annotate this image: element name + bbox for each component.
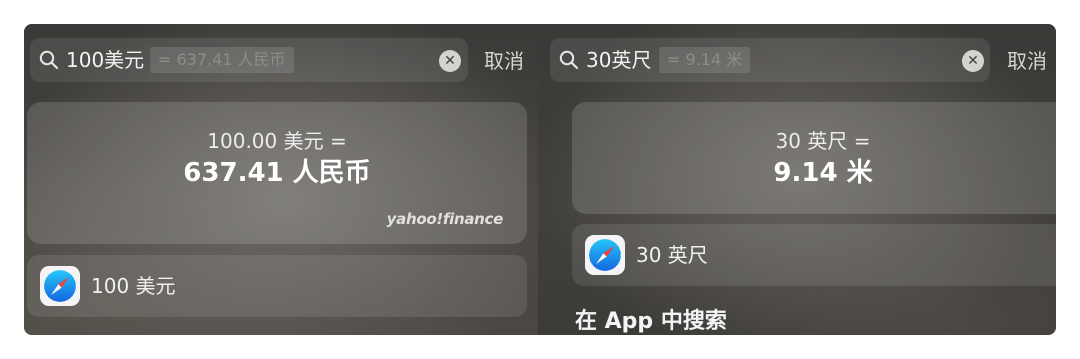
section-title-search-in-apps: 在 App 中搜索 [575,309,727,334]
web-suggestion-row[interactable]: 30 英尺 [572,224,1056,286]
close-icon: ✕ [967,53,979,69]
conversion-result-card[interactable]: 30 英尺 = 9.14 米 [572,102,1056,214]
inline-suggestion[interactable]: = 637.41 人民币 [150,47,294,73]
search-icon [559,50,579,70]
close-icon: ✕ [444,53,456,69]
conversion-from: 100.00 美元 = [207,129,347,153]
search-query[interactable]: 100美元 [66,48,144,72]
safari-icon [40,266,80,306]
search-icon [39,50,59,70]
web-suggestion-row[interactable]: 100 美元 [27,255,527,317]
search-field[interactable]: 30英尺 = 9.14 米 ✕ [550,38,990,82]
suggestion-label: 30 英尺 [636,243,708,267]
conversion-to: 637.41 人民币 [183,158,371,188]
cancel-button[interactable]: 取消 [1007,48,1047,74]
conversion-result-card[interactable]: 100.00 美元 = 637.41 人民币 yahoo!finance [27,102,527,244]
screenshot-pair: 100美元 = 637.41 人民币 ✕ 取消 100.00 美元 = 637.… [24,24,1056,335]
conversion-from: 30 英尺 = [775,129,871,153]
suggestion-label: 100 美元 [91,274,176,298]
safari-icon [585,235,625,275]
clear-search-button[interactable]: ✕ [439,50,461,72]
spotlight-panel-length: 30英尺 = 9.14 米 ✕ 取消 30 英尺 = 9.14 米 30 英尺 … [538,24,1056,335]
inline-suggestion[interactable]: = 9.14 米 [659,47,751,73]
clear-search-button[interactable]: ✕ [962,50,984,72]
search-query[interactable]: 30英尺 [586,48,651,72]
spotlight-panel-currency: 100美元 = 637.41 人民币 ✕ 取消 100.00 美元 = 637.… [24,24,538,335]
yahoo-finance-logo: yahoo!finance [386,210,504,228]
conversion-to: 9.14 米 [773,158,873,188]
search-field[interactable]: 100美元 = 637.41 人民币 ✕ [30,38,468,82]
cancel-button[interactable]: 取消 [484,48,524,74]
